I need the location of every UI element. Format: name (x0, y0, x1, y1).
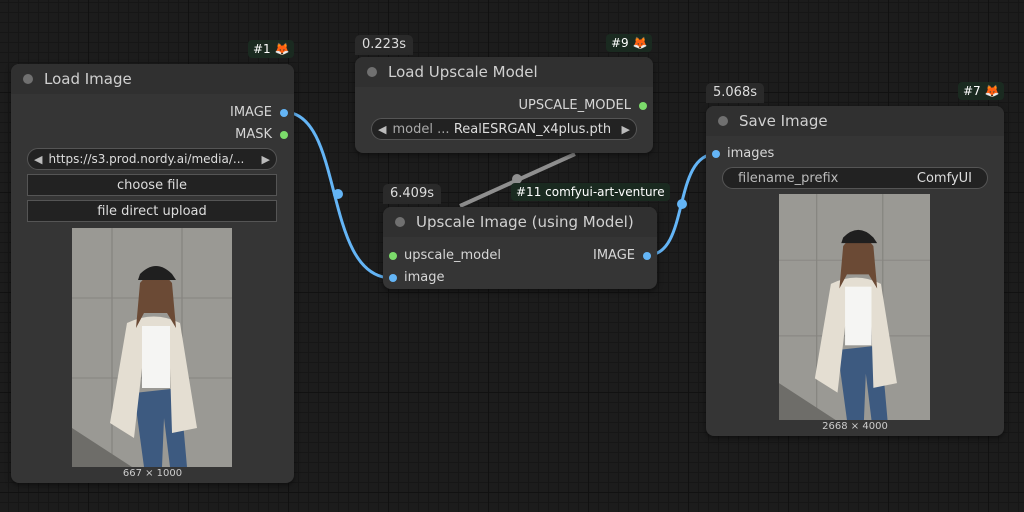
arrow-left-icon[interactable]: ◀ (28, 153, 48, 166)
node-id-tag: #7 🦊 (958, 82, 1005, 100)
output-image-label: IMAGE (592, 248, 635, 263)
execution-time-badge: 5.068s (706, 83, 764, 103)
upscale-image-node[interactable]: Upscale Image (using Model) upscale_mode… (383, 207, 657, 289)
image-url-combo[interactable]: ◀ https://s3.prod.nordy.ai/media/... ▶ (27, 148, 277, 170)
collapse-dot-icon[interactable] (395, 217, 405, 227)
image-preview (779, 194, 930, 420)
output-upscale-model-label: UPSCALE_MODEL (518, 98, 631, 113)
choose-file-button[interactable]: choose file (27, 174, 277, 196)
input-image-label: image (404, 270, 445, 285)
input-image-pin[interactable] (389, 274, 397, 282)
node-title: Load Image (44, 70, 132, 88)
save-image-node[interactable]: Save Image images filename_prefix ComfyU… (706, 106, 1004, 436)
execution-time-badge: 0.223s (355, 35, 413, 55)
node-id-tag: #9 🦊 (606, 34, 653, 52)
input-upscale-model-pin[interactable] (389, 252, 397, 260)
node-id-tag: #11 comfyui-art-venture (511, 183, 670, 201)
file-direct-upload-button[interactable]: file direct upload (27, 200, 277, 222)
node-header[interactable]: Load Upscale Model (355, 57, 653, 87)
input-images-label: images (727, 146, 775, 161)
output-mask-pin[interactable] (280, 131, 288, 139)
node-header[interactable]: Upscale Image (using Model) (383, 207, 657, 237)
arrow-right-icon[interactable]: ▶ (616, 123, 636, 136)
image-url-value: https://s3.prod.nordy.ai/media/... (48, 152, 245, 166)
filename-prefix-value: ComfyUI (916, 170, 972, 186)
output-upscale-model-pin[interactable] (639, 102, 647, 110)
load-upscale-model-node[interactable]: Load Upscale Model UPSCALE_MODEL ◀ model… (355, 57, 653, 153)
link-image-2-midpoint (677, 199, 687, 209)
node-header[interactable]: Load Image (11, 64, 294, 94)
input-images-pin[interactable] (712, 150, 720, 158)
filename-prefix-field[interactable]: filename_prefix ComfyUI (722, 167, 988, 189)
image-size-caption: 2668 × 4000 (822, 421, 888, 432)
model-value: RealESRGAN_x4plus.pth (453, 121, 612, 137)
arrow-left-icon[interactable]: ◀ (372, 123, 392, 136)
node-id-tag: #1 🦊 (248, 40, 295, 58)
load-image-node[interactable]: Load Image IMAGE MASK ◀ https://s3.prod.… (11, 64, 294, 483)
model-label: model ... (392, 121, 450, 137)
image-size-caption: 667 × 1000 (122, 468, 183, 479)
output-image-pin[interactable] (280, 109, 288, 117)
link-image-1-midpoint (333, 189, 343, 199)
output-image-label: IMAGE (229, 105, 272, 120)
execution-time-badge: 6.409s (383, 184, 441, 204)
input-upscale-model-label: upscale_model (404, 248, 501, 263)
collapse-dot-icon[interactable] (23, 74, 33, 84)
node-header[interactable]: Save Image (706, 106, 1004, 136)
arrow-right-icon[interactable]: ▶ (256, 153, 276, 166)
node-title: Load Upscale Model (388, 63, 538, 81)
node-title: Upscale Image (using Model) (416, 213, 634, 231)
output-image-pin[interactable] (643, 252, 651, 260)
output-mask-label: MASK (235, 127, 272, 142)
node-title: Save Image (739, 112, 828, 130)
model-name-combo[interactable]: ◀ model ... RealESRGAN_x4plus.pth ▶ (371, 118, 637, 140)
filename-prefix-label: filename_prefix (738, 170, 839, 186)
collapse-dot-icon[interactable] (367, 67, 377, 77)
image-preview (72, 228, 232, 467)
collapse-dot-icon[interactable] (718, 116, 728, 126)
